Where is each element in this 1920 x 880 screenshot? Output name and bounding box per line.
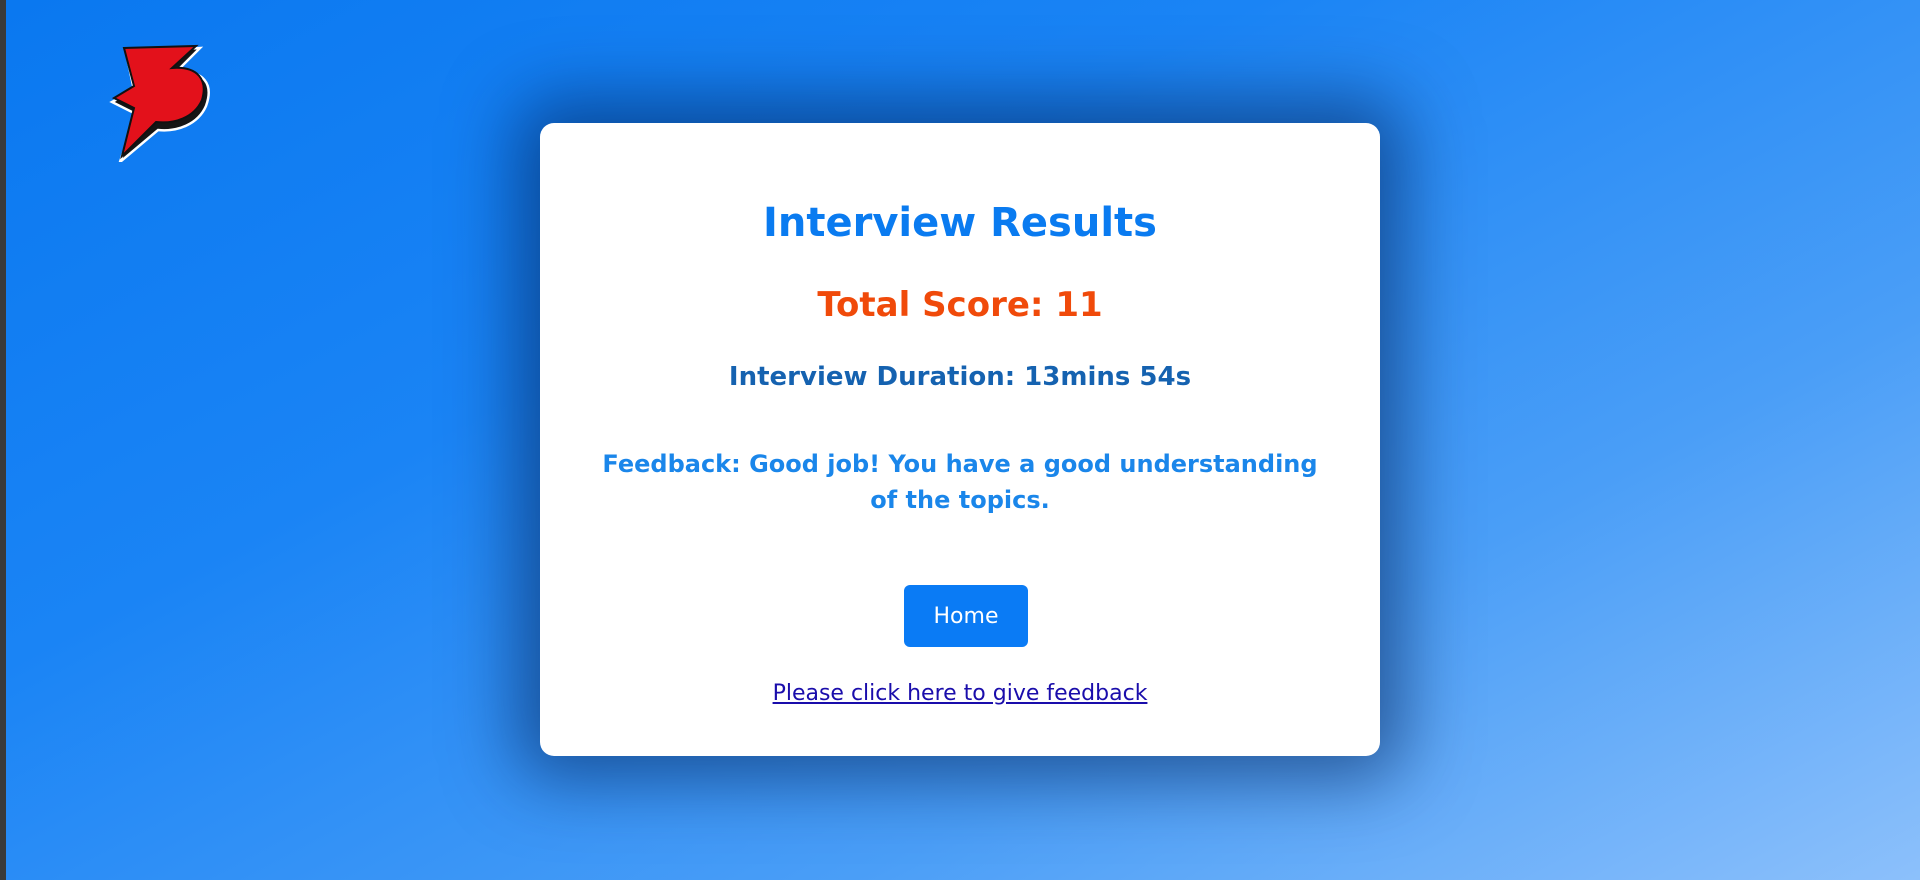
total-score: Total Score: 11 [817, 285, 1103, 325]
give-feedback-link[interactable]: Please click here to give feedback [540, 681, 1380, 706]
page-background: Interview Results Total Score: 11 Interv… [6, 0, 1920, 880]
interview-duration: Interview Duration: 13mins 54s [728, 362, 1192, 392]
home-button[interactable]: Home [904, 585, 1028, 647]
feedback-text: Feedback: Good job! You have a good unde… [602, 450, 1318, 514]
results-title: Interview Results [763, 200, 1157, 246]
app-logo[interactable] [106, 44, 218, 166]
results-card: Interview Results Total Score: 11 Interv… [540, 123, 1380, 756]
red-lightning-logo-icon [109, 44, 210, 166]
